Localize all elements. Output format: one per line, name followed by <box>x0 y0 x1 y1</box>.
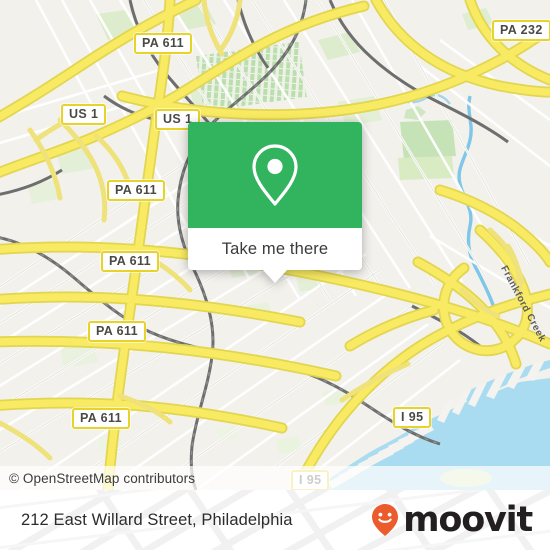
shield-i-95: I 95 <box>393 407 432 428</box>
osm-attribution-bar: © OpenStreetMap contributors <box>0 466 550 490</box>
location-popup-card[interactable]: Take me there <box>188 122 362 283</box>
moovit-pin-icon <box>372 504 399 536</box>
shield-pa-232: PA 232 <box>492 20 550 41</box>
take-me-there-button[interactable]: Take me there <box>188 228 362 283</box>
shield-pa-611: PA 611 <box>107 180 166 201</box>
moovit-map-screenshot: PA 611 PA 232 US 1 US 1 PA 611 PA 611 PA… <box>0 0 550 550</box>
address-label: 212 East Willard Street, Philadelphia <box>21 510 293 529</box>
take-me-there-label: Take me there <box>221 239 329 258</box>
shield-us-1: US 1 <box>61 104 107 125</box>
popup-icon-area <box>188 122 362 228</box>
osm-attribution-text: © OpenStreetMap contributors <box>9 470 196 486</box>
shield-pa-611: PA 611 <box>72 408 131 429</box>
bottom-info-bar: 212 East Willard Street, Philadelphia mo… <box>0 490 550 550</box>
shield-pa-611: PA 611 <box>101 251 160 272</box>
popup-pointer-tail <box>262 269 288 283</box>
shield-pa-611: PA 611 <box>134 33 193 54</box>
moovit-logo[interactable]: moovit <box>370 490 533 550</box>
map-pin-icon <box>252 144 298 206</box>
moovit-wordmark: moovit <box>403 499 533 540</box>
shield-pa-611: PA 611 <box>88 321 147 342</box>
